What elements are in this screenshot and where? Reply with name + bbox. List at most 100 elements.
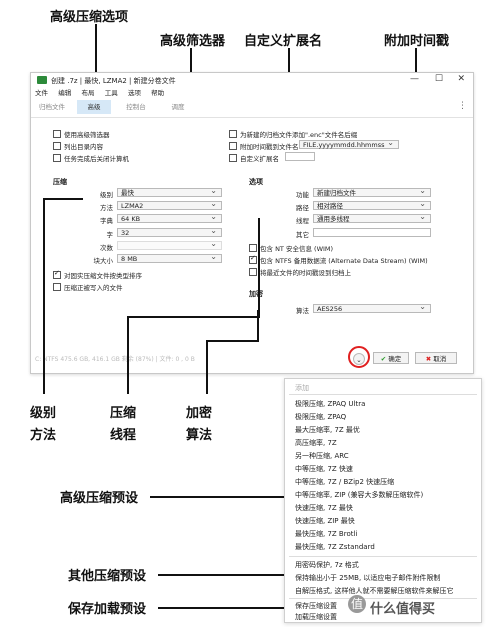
more-options-icon[interactable]: ⋮ [458, 101, 467, 111]
menu-help[interactable]: 帮助 [151, 89, 164, 97]
callout-level: 级别 [30, 406, 57, 421]
checkbox-box[interactable] [249, 254, 257, 264]
method-select[interactable]: LZMA2 [117, 199, 222, 210]
check-icon: ✔ [380, 355, 387, 363]
list-dirs-label: 列出目录内容 [64, 143, 103, 151]
menu-item-save-settings[interactable]: 保存压缩设置 [295, 601, 337, 611]
level-select[interactable]: 最快 [117, 186, 222, 197]
ok-button[interactable]: ✔ 确定 [373, 352, 409, 364]
use-filter-checkbox[interactable]: 使用高级筛选器 [53, 129, 110, 139]
menu-layout[interactable]: 布局 [81, 89, 94, 97]
callout-add-timestamp: 附加时间戳 [384, 34, 450, 49]
encrypt-section-header: 加密 [249, 290, 263, 298]
solid-sort-checkbox[interactable]: 对固实压缩文件按类型排序 [53, 269, 142, 280]
checkbox-box[interactable] [229, 142, 237, 150]
menu-item[interactable]: 极限压缩, ZPAQ Ultra [295, 399, 365, 409]
callout-compress: 压缩 [110, 406, 137, 421]
function-select[interactable]: 新建归档文件 [313, 186, 431, 197]
tab-archive[interactable]: 归档文件 [35, 100, 69, 114]
menu-item[interactable]: 中等压缩, 7Z / BZip2 快速压缩 [295, 477, 394, 487]
watermark-logo-icon: 值 [348, 595, 366, 613]
thread-select[interactable]: 通用多线程 [313, 212, 431, 223]
presets-menu: 添加 极限压缩, ZPAQ Ultra 极限压缩, ZPAQ 最大压缩率, 7Z… [284, 378, 482, 623]
menu-item[interactable]: 极限压缩, ZPAQ [295, 412, 346, 422]
list-dirs-checkbox[interactable]: 列出目录内容 [53, 141, 103, 151]
menu-bar: 文件 编辑 布局 工具 选项 帮助 [31, 87, 168, 97]
custom-ext-input[interactable] [285, 152, 315, 161]
algorithm-select[interactable]: AES256 [313, 302, 431, 313]
callout-save-load: 保存加载预设 [68, 602, 147, 617]
append-time-label: 附加时间戳到文件名 [240, 143, 299, 151]
menu-tools[interactable]: 工具 [105, 89, 118, 97]
passes-label: 次数 [100, 244, 113, 252]
callout-adv-presets: 高级压缩预设 [60, 491, 139, 506]
menu-file[interactable]: 文件 [35, 89, 48, 97]
cancel-button[interactable]: ✖ 取消 [415, 352, 457, 364]
menu-item[interactable]: 快速压缩, 7Z 最快 [295, 503, 353, 513]
menu-item[interactable]: 快速压缩, ZIP 最快 [295, 516, 355, 526]
menu-item[interactable]: 最快压缩, 7Z Brotli [295, 529, 357, 539]
tab-bar: 归档文件 高级 控制台 调度 ⋮ [31, 97, 473, 118]
word-select[interactable]: 32 [117, 226, 222, 237]
menu-item[interactable]: 自解压格式, 这样他人就不需要解压缩软件来解压它 [295, 586, 453, 596]
nt-security-label: 包含 NT 安全信息 (WIM) [260, 245, 334, 253]
app-logo-icon [37, 76, 47, 84]
minimize-button[interactable]: — [410, 74, 419, 84]
checkbox-box[interactable] [229, 154, 237, 162]
shutdown-checkbox[interactable]: 任务完成后关闭计算机 [53, 153, 129, 163]
callout-advanced-options: 高级压缩选项 [50, 10, 129, 25]
ok-label: 确定 [388, 355, 402, 363]
menu-item[interactable]: 用密码保护, 7z 格式 [295, 560, 359, 570]
checkbox-box[interactable] [53, 269, 61, 279]
unique-name-checkbox[interactable]: 为新建的归档文件添加".enc"文件名后缀 [229, 129, 357, 139]
compress-open-checkbox[interactable]: 压缩正被写入的文件 [53, 282, 123, 292]
path-select[interactable]: 相对路径 [313, 199, 431, 210]
custom-ext-checkbox[interactable]: 自定义扩展名 [229, 153, 279, 163]
menu-item[interactable]: 中等压缩, 7Z 快速 [295, 464, 353, 474]
tab-schedule[interactable]: 调度 [161, 100, 195, 114]
latest-time-checkbox[interactable]: 将最近文件的时间戳设到归档上 [249, 267, 351, 277]
menu-edit[interactable]: 编辑 [58, 89, 71, 97]
menu-item[interactable]: 中等压缩率, ZIP (兼容大多数解压缩软件) [295, 490, 423, 500]
tab-console[interactable]: 控制台 [119, 100, 153, 114]
maximize-button[interactable]: ☐ [435, 74, 443, 84]
checkbox-box[interactable] [249, 268, 257, 276]
time-format-select[interactable]: FILE.yyyymmdd.hhmmss [299, 138, 399, 149]
close-button[interactable]: ✕ [457, 74, 465, 84]
close-red-icon: ✖ [425, 355, 432, 363]
callout-advanced-filter: 高级筛选器 [160, 34, 226, 49]
menu-item-load-settings[interactable]: 加载压缩设置 [295, 612, 337, 622]
path-label: 路径 [296, 204, 309, 212]
menu-item[interactable]: 高压缩率, 7Z [295, 438, 337, 448]
tab-advanced[interactable]: 高级 [77, 100, 111, 114]
block-size-select[interactable]: 8 MB [117, 252, 222, 263]
status-bar: C: NTFS 475.6 GB, 416.1 GB 剩余 (87%) | 文件… [35, 356, 195, 363]
checkbox-box[interactable] [53, 142, 61, 150]
shutdown-label: 任务完成后关闭计算机 [64, 155, 129, 163]
menu-item[interactable]: 保持输出小于 25MB, 以适应电子邮件附件限制 [295, 573, 440, 583]
dictionary-select[interactable]: 64 KB [117, 212, 222, 223]
checkbox-box[interactable] [53, 130, 61, 138]
menu-options[interactable]: 选项 [128, 89, 141, 97]
function-label: 功能 [296, 191, 309, 199]
callout-custom-ext: 自定义扩展名 [244, 34, 323, 49]
checkbox-box[interactable] [53, 154, 61, 162]
options-section-header: 选项 [249, 178, 263, 186]
checkbox-box[interactable] [249, 244, 257, 252]
other-input[interactable] [313, 228, 431, 237]
append-time-checkbox[interactable]: 附加时间戳到文件名 [229, 141, 299, 151]
solid-sort-label: 对固实压缩文件按类型排序 [64, 272, 142, 280]
menu-item[interactable]: 最快压缩, 7Z Zstandard [295, 542, 375, 552]
ntfs-streams-checkbox[interactable]: 包含 NTFS 备用数据流 (Alternate Data Stream) (W… [249, 254, 428, 265]
menu-item[interactable]: 另一种压缩, ARC [295, 451, 349, 461]
checkbox-box[interactable] [53, 283, 61, 291]
nt-security-checkbox[interactable]: 包含 NT 安全信息 (WIM) [249, 243, 333, 253]
compress-section-header: 压缩 [53, 178, 67, 186]
checkbox-box[interactable] [229, 130, 237, 138]
latest-time-label: 将最近文件的时间戳设到归档上 [260, 269, 351, 277]
menu-item[interactable]: 最大压缩率, 7Z 最优 [295, 425, 360, 435]
callout-other-presets: 其他压缩预设 [68, 569, 147, 584]
block-size-label: 块大小 [93, 257, 114, 265]
callout-thread: 线程 [110, 428, 137, 443]
passes-select[interactable] [117, 239, 222, 250]
